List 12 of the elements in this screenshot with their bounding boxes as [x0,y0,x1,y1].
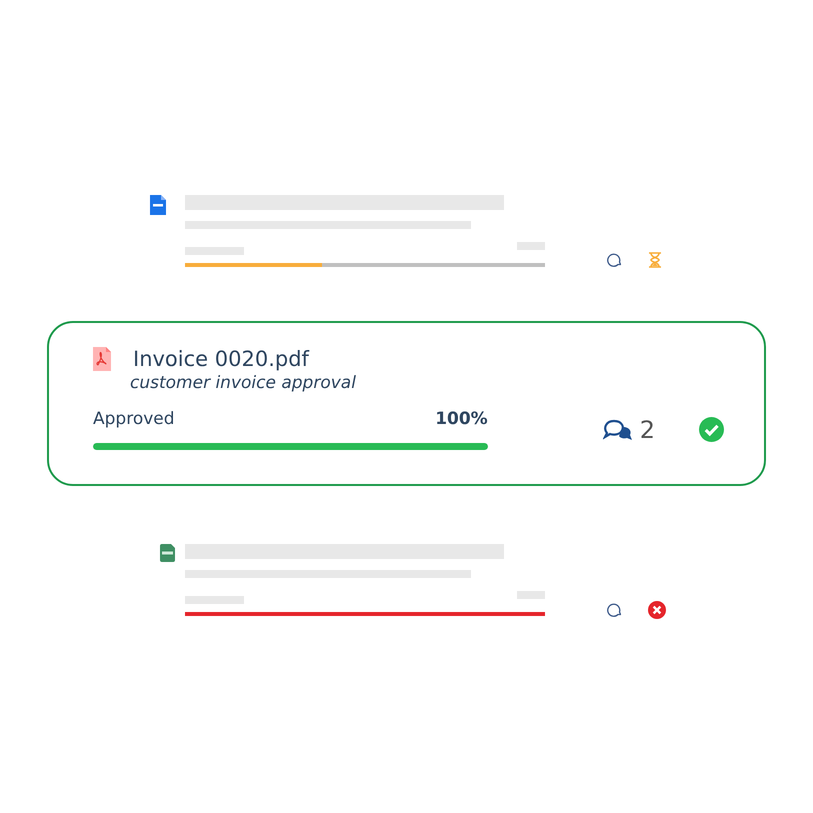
comment-count: 2 [640,416,655,444]
file-description: customer invoice approval [130,373,357,393]
comment-icon[interactable] [607,253,621,267]
comment-icon[interactable] [607,603,621,617]
spreadsheet-icon [160,544,175,562]
pdf-icon [93,347,111,371]
document-card[interactable]: Invoice 0020.pdf customer invoice approval Approved 100% 2 [47,321,766,486]
comments-icon[interactable] [602,418,633,442]
status-label: Approved [93,409,175,429]
progress-percent: 100% [435,409,488,429]
file-name: Invoice 0020.pdf [133,347,309,371]
document-icon [150,195,166,215]
